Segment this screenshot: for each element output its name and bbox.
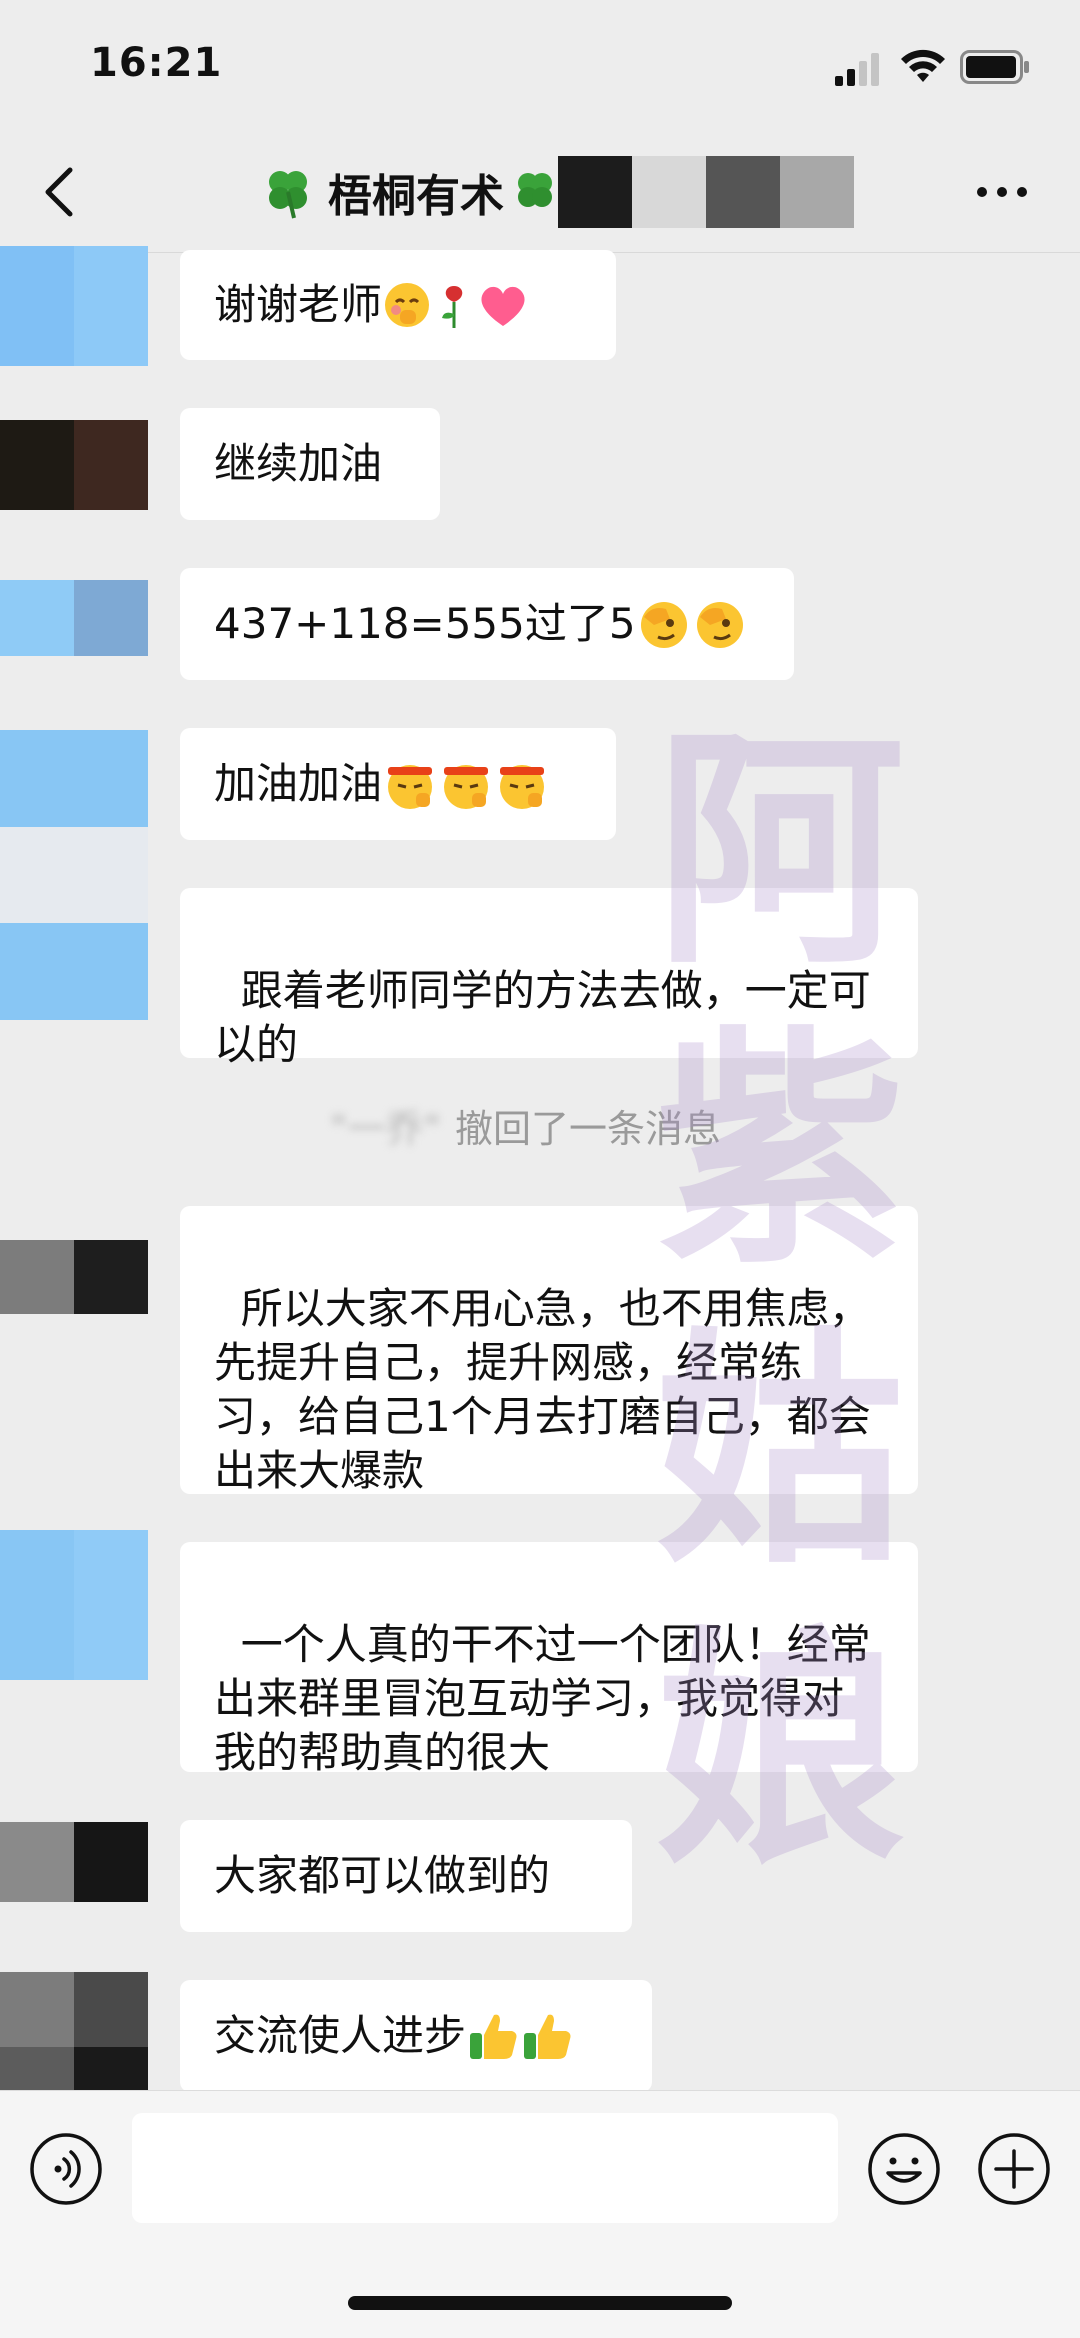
avatar[interactable] [0,246,148,366]
message-bubble[interactable]: 谢谢老师 [180,250,616,360]
recall-sender-name: "一乔" [330,1107,441,1151]
message-bubble[interactable]: 交流使人进步 [180,1980,652,2092]
chat-title: 梧桐有术 [260,156,854,228]
message-text: 大家都可以做到的 [214,1851,551,1900]
chat-title-text: 梧桐有术 [328,171,504,222]
message-text: 加油加油 [214,759,383,808]
avatar[interactable] [0,420,148,510]
thumbs-up-emoji [470,2014,517,2059]
emoji-face-icon[interactable] [866,2131,942,2207]
message-bubble[interactable]: 加油加油 [180,728,616,840]
message-text: 交流使人进步 [214,2011,467,2060]
message-text: 谢谢老师 [214,280,383,329]
thumbs-up-emoji [524,2014,571,2059]
avatar[interactable] [0,1530,148,1680]
message-text: 跟着老师同学的方法去做，一定可以的 [214,966,871,1069]
nav-bar: 梧桐有术 [0,130,1080,253]
message-bubble[interactable]: 437+118=555过了5 [180,568,794,680]
plus-circle-icon[interactable] [976,2131,1052,2207]
facepalm-emoji [696,602,743,648]
avatar[interactable] [0,730,148,1020]
avatar[interactable] [0,580,148,656]
status-bar: 16:21 [0,0,1080,130]
message-bubble[interactable]: 一个人真的干不过一个团队！经常出来群里冒泡互动学习，我觉得对我的帮助真的很大 [180,1542,918,1777]
fighting-emoji [500,765,545,809]
status-time: 16:21 [90,40,223,86]
signal-icon [835,53,879,86]
message-input[interactable] [132,2113,838,2223]
recall-notice: "一乔" 撤回了一条消息 [330,1098,721,1153]
home-indicator[interactable] [348,2296,732,2310]
chevron-left-icon[interactable] [40,162,80,222]
message-text: 所以大家不用心急，也不用焦虑，先提升自己，提升网感，经常练习，给自己1个月去打磨… [214,1284,871,1495]
message-text: 437+118=555过了5 [214,599,636,648]
message-bubble[interactable]: 继续加油 [180,408,440,520]
avatar[interactable] [0,1240,148,1314]
rose-emoji [442,286,463,328]
voice-icon[interactable] [28,2131,104,2207]
fighting-emoji [444,765,489,809]
avatar[interactable] [0,1822,148,1902]
clover-icon [518,173,552,207]
clover-icon [269,171,307,219]
message-text: 一个人真的干不过一个团队！经常出来群里冒泡互动学习，我觉得对我的帮助真的很大 [214,1620,871,1777]
wifi-icon [901,49,945,82]
facepalm-emoji [640,602,687,648]
fighting-emoji [388,765,433,809]
recall-text: 撤回了一条消息 [454,1107,721,1151]
shy-face-emoji [385,283,430,327]
message-bubble[interactable]: 所以大家不用心急，也不用焦虑，先提升自己，提升网感，经常练习，给自己1个月去打磨… [180,1206,918,1495]
message-bubble[interactable]: 跟着老师同学的方法去做，一定可以的 [180,888,918,1069]
message-bubble[interactable]: 大家都可以做到的 [180,1820,632,1932]
message-text: 继续加油 [214,439,383,488]
battery-icon [960,50,1029,84]
title-redacted-mosaic [558,156,854,228]
more-dots-icon[interactable] [972,170,1032,214]
heart-emoji [481,286,525,326]
